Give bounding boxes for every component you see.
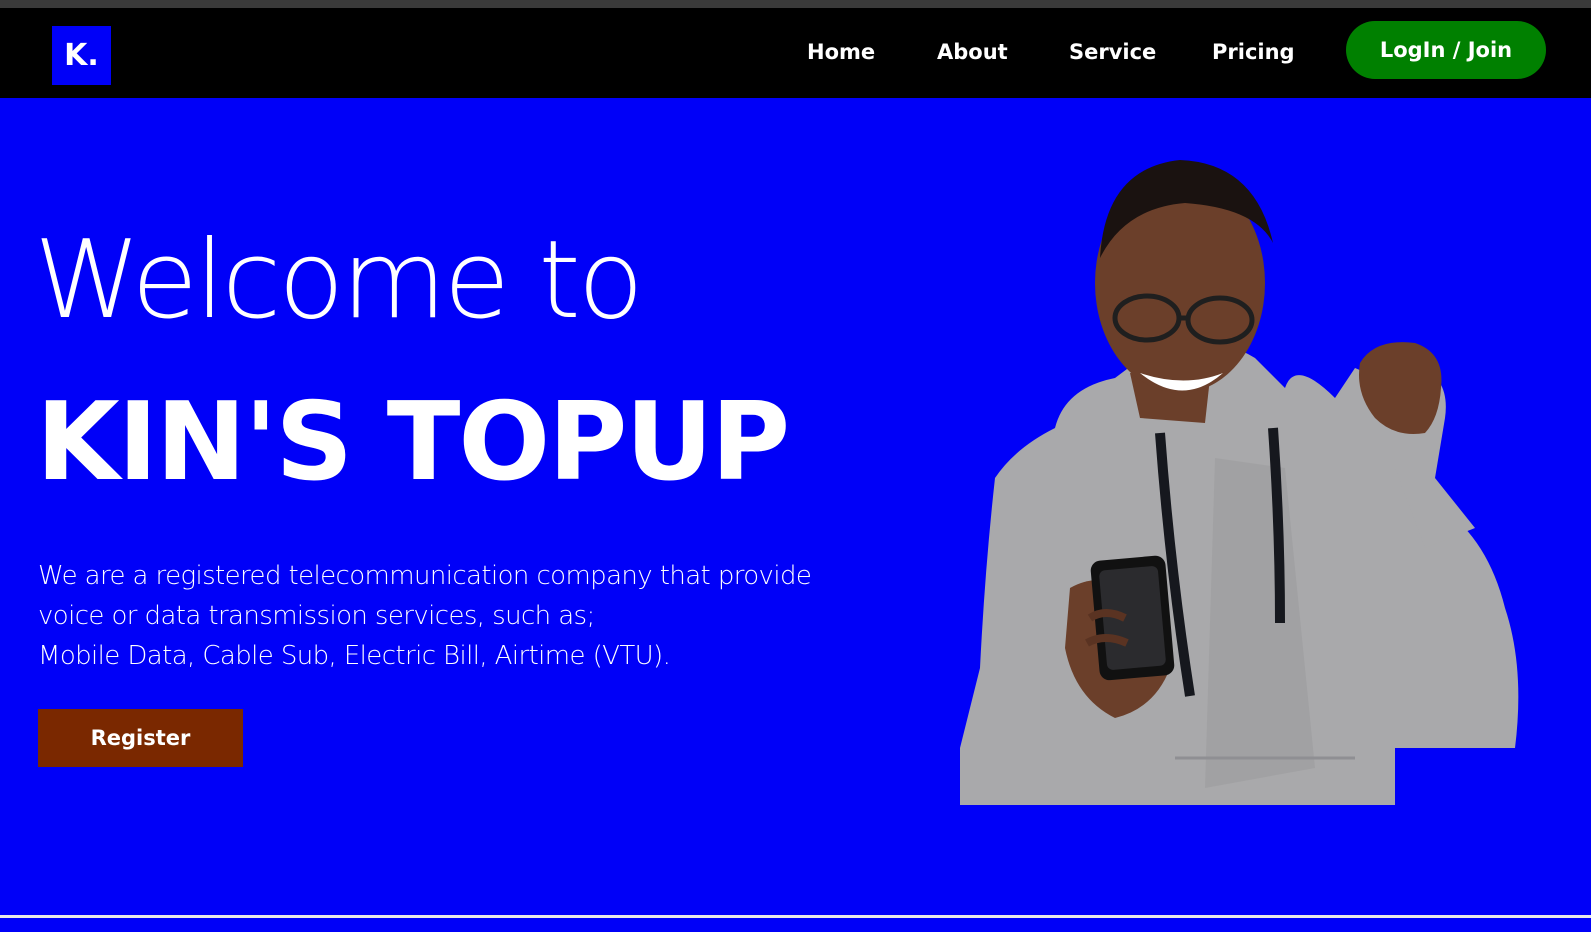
- window-top-edge: [0, 0, 1591, 8]
- hero-brand-heading: KIN'S TOPUP: [36, 380, 790, 505]
- login-join-button[interactable]: LogIn / Join: [1346, 21, 1546, 79]
- navbar: K. Home About Service Pricing LogIn / Jo…: [0, 8, 1591, 98]
- nav-service-link[interactable]: Service: [1069, 40, 1156, 64]
- hero-welcome-heading: Welcome to: [34, 218, 644, 343]
- page-bottom-divider: [0, 915, 1591, 918]
- nav-pricing-link[interactable]: Pricing: [1212, 40, 1295, 64]
- nav-about-link[interactable]: About: [937, 40, 1008, 64]
- brand-logo-icon[interactable]: K.: [52, 26, 111, 85]
- hero-description-line: Mobile Data, Cable Sub, Electric Bill, A…: [38, 641, 671, 671]
- hero-description-line: voice or data transmission services, suc…: [38, 601, 595, 631]
- hero-description-line: We are a registered telecommunication co…: [38, 561, 812, 591]
- hero-description: We are a registered telecommunication co…: [38, 556, 858, 676]
- nav-home-link[interactable]: Home: [807, 40, 875, 64]
- register-button[interactable]: Register: [38, 709, 243, 767]
- hero-person-image: [960, 160, 1519, 805]
